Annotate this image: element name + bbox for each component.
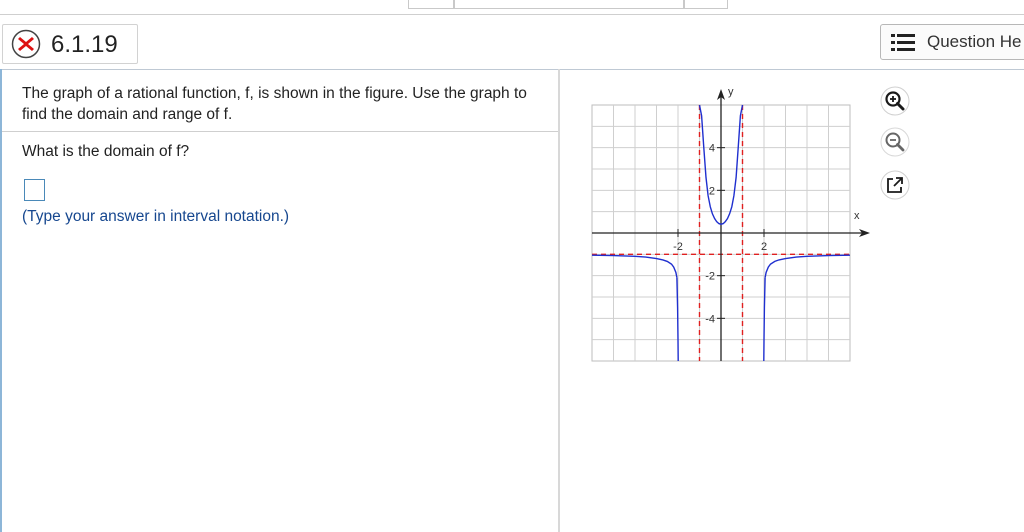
x-mark-icon: [11, 29, 41, 59]
zoom-out-icon: [880, 127, 910, 157]
answer-hint: (Type your answer in interval notation.): [22, 208, 290, 225]
y-axis-label: y: [728, 86, 734, 98]
y-tick-label: 2: [709, 185, 715, 197]
zoom-out-button[interactable]: [880, 127, 910, 157]
question-help-button[interactable]: Question He: [880, 24, 1024, 60]
x-tick-label: 2: [761, 241, 767, 253]
question-id: 6.1.19: [51, 31, 118, 58]
top-strip: [0, 0, 1024, 14]
question-header: 6.1.19 Question He: [0, 14, 1024, 70]
top-tab: [408, 0, 454, 9]
problem-prompt: The graph of a rational function, f, is …: [22, 85, 527, 123]
pane-divider[interactable]: [558, 69, 560, 532]
answer-input[interactable]: [24, 179, 45, 201]
rational-function-graph: x y -2 2 -4 -2 2 4: [591, 86, 870, 362]
question-id-box: 6.1.19: [2, 24, 138, 64]
list-icon: [891, 34, 915, 51]
question-pane: The graph of a rational function, f, is …: [2, 69, 558, 532]
divider: [2, 131, 558, 132]
top-tab: [684, 0, 728, 9]
question-text: What is the domain of f?: [22, 143, 190, 160]
y-tick-label: -4: [705, 313, 715, 325]
y-tick-label: 4: [709, 143, 715, 155]
zoom-in-button[interactable]: [880, 86, 910, 116]
y-tick-label: -2: [705, 271, 715, 283]
top-tab: [454, 0, 684, 9]
zoom-in-icon: [880, 86, 910, 116]
question-help-label: Question He: [927, 32, 1022, 51]
pop-out-icon: [880, 170, 910, 200]
pop-out-button[interactable]: [880, 170, 910, 200]
x-tick-label: -2: [673, 241, 683, 253]
x-axis-label: x: [854, 210, 860, 222]
